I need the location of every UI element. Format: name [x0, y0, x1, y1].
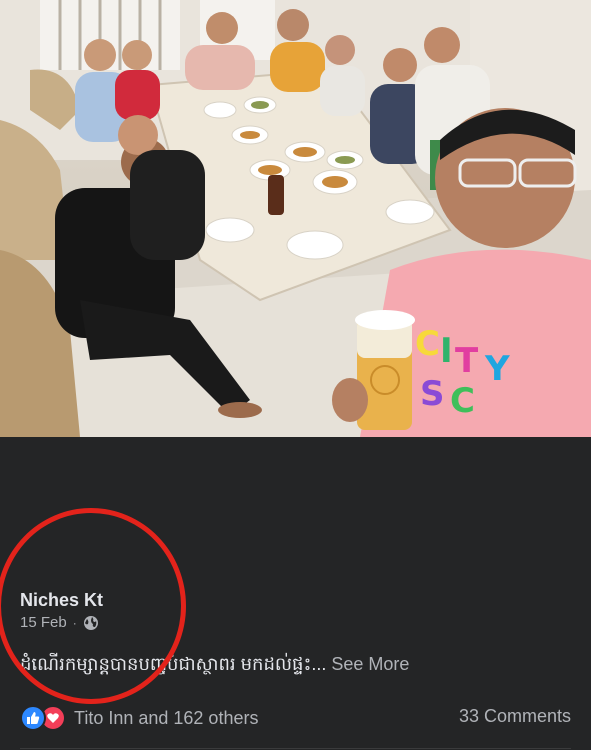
- post-caption: ដំណើរកម្សាន្តបានបញ្ចប់ជាស្ថាពរ មកដល់ផ្ទះ…: [20, 652, 409, 679]
- divider: [20, 748, 571, 749]
- svg-text:Y: Y: [484, 349, 510, 389]
- post-photo[interactable]: CI TY SC: [0, 0, 591, 437]
- post-meta: 15 Feb ·: [20, 614, 99, 631]
- reactions-text: Tito Inn and 162 others: [74, 707, 259, 728]
- see-more-link[interactable]: See More: [331, 654, 409, 674]
- post-date[interactable]: 15 Feb: [20, 614, 67, 631]
- post-spacer: [0, 437, 591, 572]
- author-name[interactable]: Niches Kt: [20, 590, 103, 611]
- svg-text:C: C: [415, 324, 440, 364]
- reactions-summary[interactable]: Tito Inn and 162 others: [20, 705, 258, 731]
- svg-text:I: I: [440, 331, 453, 371]
- svg-text:C: C: [450, 381, 475, 421]
- like-icon: [20, 705, 46, 731]
- comments-count[interactable]: 33 Comments: [459, 706, 571, 727]
- caption-text: ដំណើរកម្សាន្តបានបញ្ចប់ជាស្ថាពរ មកដល់ផ្ទះ…: [20, 654, 332, 674]
- globe-icon[interactable]: [83, 615, 99, 631]
- svg-text:T: T: [455, 341, 479, 381]
- svg-text:S: S: [420, 374, 445, 414]
- meta-separator: ·: [72, 615, 77, 630]
